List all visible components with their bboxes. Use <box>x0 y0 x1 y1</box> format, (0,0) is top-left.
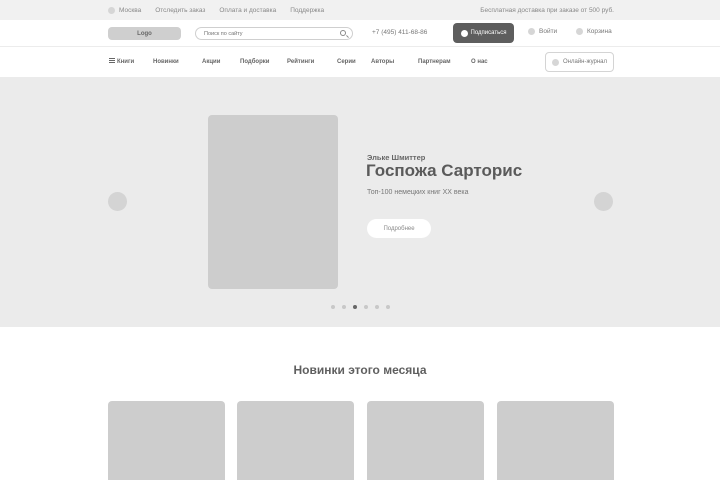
city-selector[interactable]: Москва <box>108 6 142 14</box>
slider-dot[interactable] <box>353 305 357 309</box>
hero-slider: Эльке Шмиттер Госпожа Сарторис Топ-100 н… <box>0 77 720 327</box>
nav-item-partners[interactable]: Партнерам <box>418 59 451 65</box>
top-utility-bar: Москва Отследить заказ Оплата и доставка… <box>0 0 720 20</box>
nav-item-label: Книги <box>117 59 135 66</box>
slider-dot[interactable] <box>364 305 368 309</box>
city-label: Москва <box>119 6 142 14</box>
nav-item-sales[interactable]: Акции <box>202 59 220 65</box>
nav-item-ratings[interactable]: Рейтинги <box>287 59 314 65</box>
support-link[interactable]: Поддержка <box>290 7 324 14</box>
nav-item-series[interactable]: Серии <box>337 59 356 65</box>
menu-icon <box>109 58 115 63</box>
slider-dot[interactable] <box>386 305 390 309</box>
slider-prev-button[interactable] <box>108 192 127 211</box>
nav-item-collections[interactable]: Подборки <box>240 59 269 65</box>
subscribe-button[interactable]: Подписаться <box>453 23 514 43</box>
nav-item-books[interactable]: Книги <box>109 58 135 66</box>
book-card[interactable] <box>108 401 225 480</box>
subscribe-icon <box>460 29 468 37</box>
book-card[interactable] <box>367 401 484 480</box>
nav-item-about[interactable]: О нас <box>471 59 488 65</box>
nav-item-new[interactable]: Новинки <box>153 59 179 65</box>
online-journal-button[interactable]: Онлайн-журнал <box>545 52 614 72</box>
journal-label: Онлайн-журнал <box>563 59 607 65</box>
logo[interactable]: Logo <box>108 27 181 40</box>
login-link[interactable]: Войти <box>528 28 557 35</box>
cart-link[interactable]: Корзина <box>576 28 612 35</box>
slider-dots <box>331 305 397 309</box>
book-card[interactable] <box>237 401 354 480</box>
slider-dot[interactable] <box>375 305 379 309</box>
slider-next-button[interactable] <box>594 192 613 211</box>
phone-number[interactable]: +7 (495) 411-68-86 <box>372 29 427 36</box>
search-icon[interactable] <box>340 30 346 36</box>
slider-dot[interactable] <box>342 305 346 309</box>
site-header: Logo +7 (495) 411-68-86 Подписаться Войт… <box>0 20 720 47</box>
cart-icon <box>576 28 583 35</box>
hero-subtitle: Топ-100 немецких книг XX века <box>367 189 469 196</box>
main-nav: Книги Новинки Акции Подборки Рейтинги Се… <box>0 47 720 77</box>
more-button[interactable]: Подробнее <box>367 219 431 238</box>
free-shipping-note: Бесплатная доставка при заказе от 500 ру… <box>480 6 614 14</box>
hero-title: Госпожа Сарторис <box>366 161 523 180</box>
journal-icon <box>552 58 559 66</box>
location-icon <box>108 6 115 14</box>
section-title: Новинки этого месяца <box>293 363 427 377</box>
user-icon <box>528 28 535 35</box>
track-order-link[interactable]: Отследить заказ <box>155 7 205 14</box>
search-input[interactable] <box>195 27 353 40</box>
nav-item-authors[interactable]: Авторы <box>371 59 394 65</box>
cart-label: Корзина <box>587 28 612 35</box>
subscribe-label: Подписаться <box>470 30 507 36</box>
book-card[interactable] <box>497 401 614 480</box>
slider-dot[interactable] <box>331 305 335 309</box>
payment-delivery-link[interactable]: Оплата и доставка <box>219 7 276 14</box>
book-cover-image[interactable] <box>208 115 338 289</box>
login-label: Войти <box>539 28 558 35</box>
